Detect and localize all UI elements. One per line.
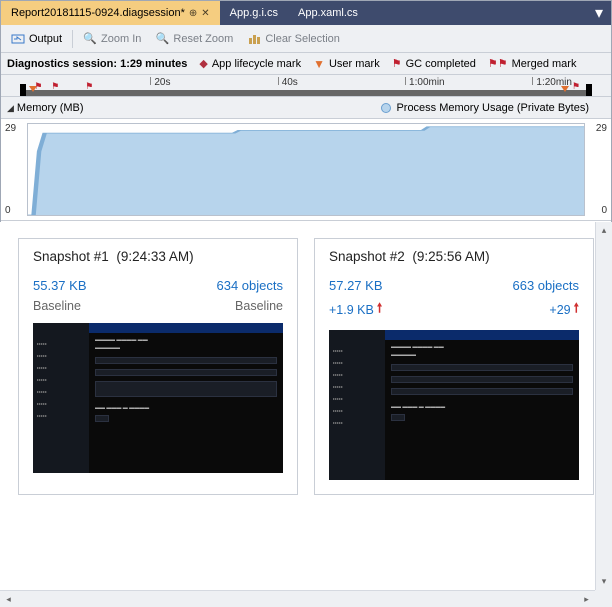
heap-size-link[interactable]: 57.27 KB bbox=[329, 278, 383, 293]
selection-handle-right[interactable] bbox=[586, 84, 592, 96]
tab-label: App.xaml.cs bbox=[298, 7, 358, 19]
scroll-up-icon[interactable]: ▴ bbox=[596, 222, 612, 239]
vertical-scrollbar[interactable]: ▴ ▾ bbox=[595, 222, 612, 590]
object-diff-link[interactable]: +29🠕 bbox=[549, 299, 579, 320]
baseline-label: Baseline bbox=[235, 299, 283, 313]
session-label: Diagnostics session: 1:29 minutes bbox=[7, 58, 187, 70]
merged-flag-icon: ⚑⚑ bbox=[488, 57, 508, 70]
snapshot-thumbnail: ▸▸▸▸▸ ▸▸▸▸▸ ▸▸▸▸▸ ▸▸▸▸▸ ▸▸▸▸▸ ▸▸▸▸▸ ▸▸▸▸… bbox=[33, 323, 283, 473]
memory-area-series bbox=[28, 124, 584, 215]
object-count-link[interactable]: 634 objects bbox=[217, 278, 284, 293]
dot-icon bbox=[381, 103, 391, 113]
heap-diff-link[interactable]: +1.9 KB🠕 bbox=[329, 299, 382, 320]
tick-label: 1:00min bbox=[405, 77, 445, 85]
snapshot-title: Snapshot #2 (9:25:56 AM) bbox=[329, 249, 579, 264]
object-count-link[interactable]: 663 objects bbox=[513, 278, 580, 293]
output-label: Output bbox=[29, 33, 62, 45]
output-icon bbox=[11, 32, 25, 46]
snapshot-list: Snapshot #1 (9:24:33 AM) 55.37 KB 634 ob… bbox=[0, 222, 612, 511]
output-button[interactable]: Output bbox=[5, 30, 68, 48]
reset-zoom-label: Reset Zoom bbox=[173, 33, 233, 45]
tab-active[interactable]: Report20181115-0924.diagsession* ⊕ ✕ bbox=[1, 1, 220, 25]
tab-label: Report20181115-0924.diagsession* bbox=[11, 7, 185, 19]
scroll-right-icon[interactable]: ▸ bbox=[578, 591, 595, 607]
zoom-in-label: Zoom In bbox=[101, 33, 141, 45]
gc-mark-icon: ⚑ bbox=[85, 81, 93, 92]
memory-lane-header[interactable]: ◢Memory (MB) Process Memory Usage (Priva… bbox=[1, 97, 611, 119]
close-icon[interactable]: ✕ bbox=[201, 8, 209, 19]
snapshot-title: Snapshot #1 (9:24:33 AM) bbox=[33, 249, 283, 264]
scrollbar-corner bbox=[595, 590, 612, 607]
scroll-left-icon[interactable]: ◂ bbox=[0, 591, 17, 607]
diamond-icon: ◆ bbox=[199, 57, 207, 70]
memory-legend: Process Memory Usage (Private Bytes) bbox=[381, 102, 589, 114]
y-axis-min: 0 bbox=[5, 205, 11, 216]
selection-handle-left[interactable] bbox=[20, 84, 26, 96]
legend-lifecycle: ◆App lifecycle mark bbox=[199, 57, 301, 70]
clear-selection-button[interactable]: Clear Selection bbox=[241, 30, 346, 48]
gc-mark-icon: ⚑ bbox=[51, 81, 59, 92]
gc-mark-icon: ⚑ bbox=[34, 81, 42, 92]
memory-title: ◢Memory (MB) bbox=[7, 102, 84, 114]
y-axis-min-r: 0 bbox=[601, 205, 607, 216]
tick-label: 1:20min bbox=[532, 77, 572, 85]
horizontal-scrollbar[interactable]: ◂ ▸ bbox=[0, 590, 595, 607]
tick-label: 20s bbox=[150, 77, 170, 85]
memory-chart[interactable]: 29 0 29 0 bbox=[1, 119, 611, 221]
chart-plot-area bbox=[27, 123, 585, 216]
tab-inactive[interactable]: App.g.i.cs bbox=[220, 1, 288, 25]
arrow-up-icon: 🠕 bbox=[377, 299, 382, 320]
y-axis-max-r: 29 bbox=[596, 123, 607, 134]
tab-overflow-button[interactable]: ▾ bbox=[589, 1, 609, 25]
heap-size-link[interactable]: 55.37 KB bbox=[33, 278, 87, 293]
pin-icon[interactable]: ⊕ bbox=[189, 8, 197, 19]
clear-selection-icon bbox=[247, 32, 261, 46]
toolbar: Output 🔍 Zoom In 🔍 Reset Zoom Clear Sele… bbox=[1, 25, 611, 53]
zoom-in-button[interactable]: 🔍 Zoom In bbox=[77, 30, 147, 48]
y-axis-max: 29 bbox=[5, 123, 16, 134]
caret-down-icon: ◢ bbox=[7, 103, 14, 113]
snapshot-thumbnail: ▸▸▸▸▸ ▸▸▸▸▸ ▸▸▸▸▸ ▸▸▸▸▸ ▸▸▸▸▸ ▸▸▸▸▸ ▸▸▸▸… bbox=[329, 330, 579, 480]
tab-label: App.g.i.cs bbox=[230, 7, 278, 19]
reset-zoom-button[interactable]: 🔍 Reset Zoom bbox=[149, 30, 239, 48]
selection-bar[interactable] bbox=[23, 90, 589, 96]
document-tab-bar: Report20181115-0924.diagsession* ⊕ ✕ App… bbox=[1, 1, 611, 25]
zoom-in-icon: 🔍 bbox=[83, 32, 97, 46]
legend-user: ▼User mark bbox=[313, 57, 380, 71]
tick-label: 40s bbox=[278, 77, 298, 85]
flag-icon: ⚑ bbox=[392, 57, 402, 70]
divider bbox=[72, 30, 73, 48]
session-info-row: Diagnostics session: 1:29 minutes ◆App l… bbox=[1, 53, 611, 75]
triangle-down-icon: ▼ bbox=[313, 57, 325, 71]
clear-selection-label: Clear Selection bbox=[265, 33, 340, 45]
gc-mark-icon: ⚑ bbox=[572, 81, 580, 92]
baseline-label: Baseline bbox=[33, 299, 81, 313]
snapshot-card: Snapshot #1 (9:24:33 AM) 55.37 KB 634 ob… bbox=[18, 238, 298, 495]
time-ruler[interactable]: ⚑ ⚑ ⚑ ⚑ 20s 40s 1:00min 1:20min bbox=[1, 75, 611, 97]
scroll-down-icon[interactable]: ▾ bbox=[596, 573, 612, 590]
arrow-up-icon: 🠕 bbox=[574, 299, 579, 320]
legend-gc: ⚑GC completed bbox=[392, 57, 476, 70]
reset-zoom-icon: 🔍 bbox=[155, 32, 169, 46]
tab-inactive[interactable]: App.xaml.cs bbox=[288, 1, 368, 25]
snapshot-panel: Snapshot #1 (9:24:33 AM) 55.37 KB 634 ob… bbox=[0, 222, 612, 607]
legend-merged: ⚑⚑Merged mark bbox=[488, 57, 577, 70]
snapshot-card: Snapshot #2 (9:25:56 AM) 57.27 KB 663 ob… bbox=[314, 238, 594, 495]
